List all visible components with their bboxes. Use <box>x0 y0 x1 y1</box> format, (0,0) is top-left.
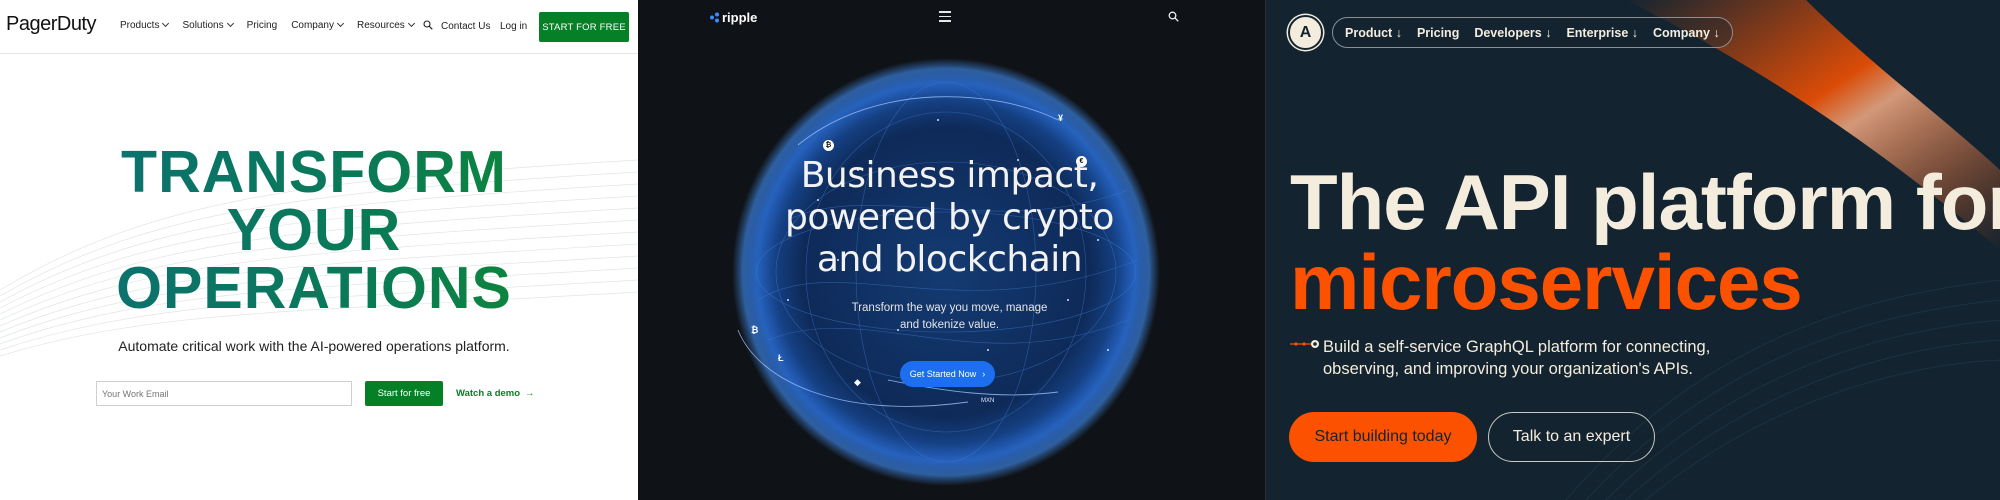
chevron-down-icon <box>226 19 234 28</box>
login-link[interactable]: Log in <box>500 21 527 32</box>
hero-headline: Business impact, powered by crypto and b… <box>638 155 1261 281</box>
apollo-logo[interactable]: A <box>1288 15 1323 50</box>
nav-resources[interactable]: Resources <box>357 19 415 31</box>
litecoin-icon: Ł <box>778 353 784 363</box>
connector-dots-icon <box>1290 340 1319 348</box>
pagerduty-logo[interactable]: PagerDuty <box>6 13 97 36</box>
headline-line: Business impact, <box>800 155 1099 196</box>
nav-company[interactable]: Company ↓ <box>1653 26 1720 40</box>
ethereum-icon: ◆ <box>854 377 861 387</box>
search-icon[interactable] <box>423 20 433 30</box>
bitcoin-icon: ₿ <box>823 140 834 151</box>
hero-headline: The API platform for <box>1290 158 2000 246</box>
headline-line: YOUR <box>0 201 628 260</box>
arrow-right-icon: → <box>525 388 535 399</box>
nav-developers[interactable]: Developers ↓ <box>1474 26 1551 40</box>
chevron-down-icon <box>162 19 170 28</box>
headline-line: OPERATIONS <box>0 259 628 318</box>
hero-subheadline: Automate critical work with the AI-power… <box>118 338 510 354</box>
chevron-down-icon <box>407 19 415 28</box>
nav-company[interactable]: Company <box>291 19 345 31</box>
headline-line: TRANSFORM <box>0 143 628 202</box>
start-for-free-button[interactable]: START FOR FREE <box>539 12 629 42</box>
hero-headline: TRANSFORM YOUR OPERATIONS <box>0 143 628 318</box>
get-started-button[interactable]: Get Started Now › <box>900 361 995 387</box>
hero-headline-accent: microservices <box>1290 238 1803 326</box>
ripple-mark-icon <box>710 12 719 23</box>
headline-line: powered by crypto <box>785 197 1114 238</box>
main-menu: Products Solutions Pricing Company Resou… <box>120 19 428 31</box>
watch-demo-link[interactable]: Watch a demo → <box>456 388 535 399</box>
start-for-free-hero-button[interactable]: Start for free <box>365 381 443 406</box>
top-nav: PagerDuty Products Solutions Pricing Com… <box>0 0 638 54</box>
hero-subheadline: Transform the way you move, manage and t… <box>851 302 1048 331</box>
yen-icon: ¥ <box>1058 113 1064 123</box>
search-icon[interactable] <box>1168 11 1179 22</box>
nav-pricing[interactable]: Pricing <box>1417 26 1459 40</box>
start-building-button[interactable]: Start building today <box>1289 412 1477 462</box>
pagerduty-panel: PagerDuty Products Solutions Pricing Com… <box>0 0 638 500</box>
chevron-down-icon <box>336 19 345 28</box>
chevron-right-icon: › <box>982 369 986 379</box>
contact-us-link[interactable]: Contact Us <box>441 21 490 32</box>
hamburger-menu-icon[interactable] <box>939 11 951 22</box>
nav-solutions[interactable]: Solutions <box>182 19 234 31</box>
hero-subheadline: Build a self-service GraphQL platform fo… <box>1323 338 1711 378</box>
nav-enterprise[interactable]: Enterprise ↓ <box>1566 26 1638 40</box>
work-email-input[interactable] <box>96 381 352 406</box>
headline-line: and blockchain <box>816 239 1083 280</box>
ripple-logo[interactable]: ripple <box>709 10 757 25</box>
main-nav: Product ↓ Pricing Developers ↓ Enterpris… <box>1332 17 1733 48</box>
ripple-panel: ripple ₿ ¥ € ₿ Ł ◆ MXN Business impact, … <box>638 0 1266 500</box>
nav-product[interactable]: Product ↓ <box>1345 26 1402 40</box>
talk-to-expert-button[interactable]: Talk to an expert <box>1488 412 1655 462</box>
nav-products[interactable]: Products <box>120 19 170 31</box>
mxn-label: MXN <box>981 398 995 404</box>
apollo-panel: A Product ↓ Pricing Developers ↓ Enterpr… <box>1266 0 2000 500</box>
nav-pricing[interactable]: Pricing <box>247 20 278 31</box>
